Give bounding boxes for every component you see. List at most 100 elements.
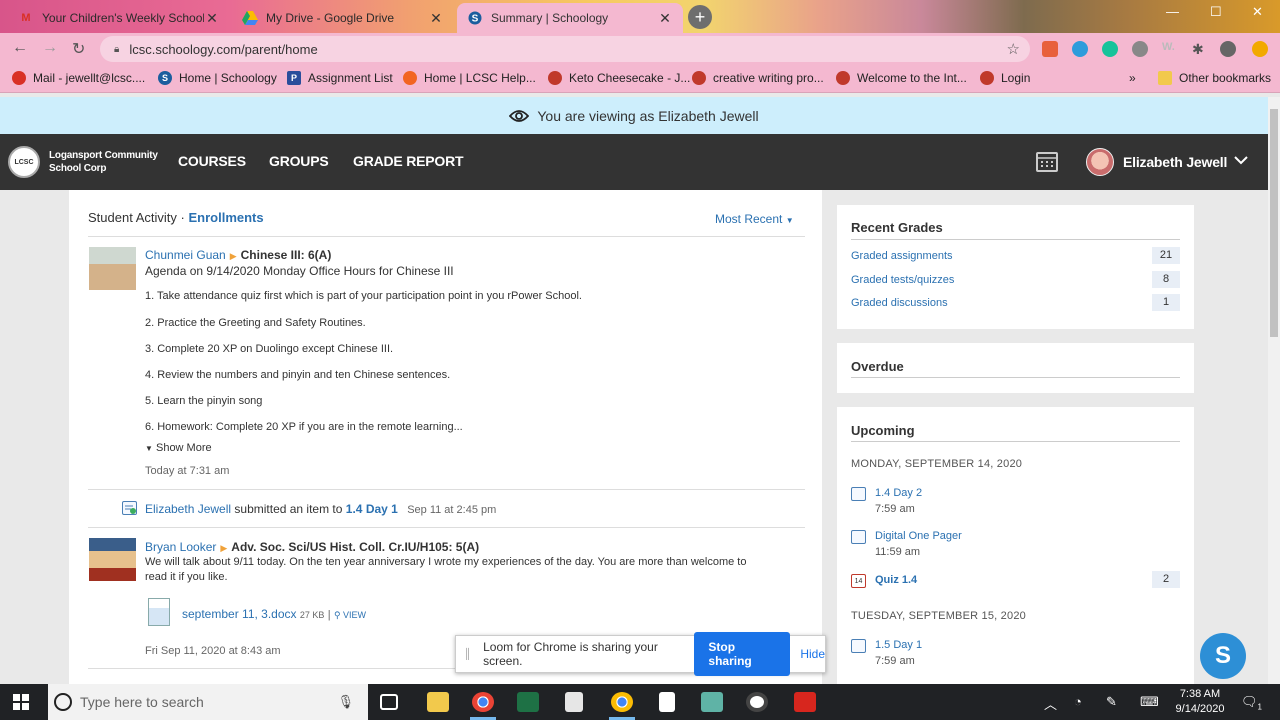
bookmark-lcsc-help[interactable]: Home | LCSC Help...: [403, 71, 536, 85]
bookmark-assignment-list[interactable]: P Assignment List: [287, 71, 393, 85]
address-bar[interactable]: 🔒︎ lcsc.schoology.com/parent/home ☆: [100, 36, 1030, 62]
help-chat-button[interactable]: S: [1200, 633, 1246, 679]
show-more-link[interactable]: ▼ Show More: [145, 442, 212, 454]
taskbar-search-box[interactable]: Type here to search 🎙︎: [48, 684, 368, 720]
bookmark-welcome[interactable]: Welcome to the Int...: [836, 71, 967, 85]
site-icon: [980, 71, 994, 85]
submitter-link[interactable]: Elizabeth Jewell: [145, 502, 231, 516]
hide-button[interactable]: Hide: [800, 647, 825, 661]
microphone-icon[interactable]: 🎙︎: [337, 694, 354, 710]
viewing-as-banner: You are viewing as Elizabeth Jewell: [0, 97, 1268, 134]
notepad-icon[interactable]: [659, 692, 675, 712]
upcoming-title: Upcoming: [851, 423, 915, 438]
stop-sharing-button[interactable]: Stop sharing: [694, 632, 791, 676]
user-name[interactable]: Elizabeth Jewell: [1123, 154, 1227, 170]
new-tab-button[interactable]: +: [688, 5, 712, 29]
upcoming-item-link[interactable]: 1.4 Day 2: [875, 487, 922, 499]
drag-handle-icon[interactable]: ║: [464, 649, 471, 660]
viewing-as-text: You are viewing as Elizabeth Jewell: [537, 107, 759, 124]
chevron-down-icon[interactable]: [1234, 152, 1248, 169]
minimize-icon[interactable]: —: [1166, 4, 1179, 19]
tab-google-drive[interactable]: My Drive - Google Drive ✕: [232, 3, 454, 33]
bookmark-keto-cheesecake[interactable]: Keto Cheesecake - J...: [548, 71, 690, 85]
post-author-link[interactable]: Bryan Looker: [145, 540, 216, 554]
nav-grade-report[interactable]: GRADE REPORT: [353, 153, 464, 169]
page-scrollbar[interactable]: [1268, 97, 1280, 684]
heading-separator: ·: [180, 210, 185, 225]
tray-chevron-up-icon[interactable]: ︿: [1044, 694, 1057, 713]
bookmark-other[interactable]: Other bookmarks: [1158, 71, 1271, 85]
back-arrow-icon[interactable]: ←: [12, 39, 28, 57]
attachment-link[interactable]: september 11, 3.docx: [182, 607, 297, 621]
taskbar-clock[interactable]: 7:38 AM 9/14/2020: [1170, 687, 1230, 717]
forward-arrow-icon[interactable]: →: [42, 39, 58, 57]
extension-icon[interactable]: [1132, 41, 1148, 57]
upcoming-item-link[interactable]: 1.5 Day 1: [875, 639, 922, 651]
enrollments-link[interactable]: Enrollments: [188, 210, 263, 225]
author-photo[interactable]: [89, 538, 136, 581]
post-author-link[interactable]: Chunmei Guan: [145, 248, 226, 262]
schoology-app-icon[interactable]: [746, 692, 768, 712]
more-bookmarks-chevron: »: [1129, 71, 1136, 85]
close-window-icon[interactable]: ✕: [1252, 4, 1263, 20]
extension-w-icon[interactable]: W.: [1162, 41, 1178, 57]
bookmark-creative-writing[interactable]: creative writing pro...: [692, 71, 824, 85]
bookmark-mail[interactable]: Mail - jewellt@lcsc....: [12, 71, 145, 85]
notification-center-icon[interactable]: 🗨︎1: [1241, 694, 1262, 712]
windows-start-icon[interactable]: [13, 694, 29, 710]
assignment-link[interactable]: 1.4 Day 1: [346, 502, 398, 516]
profile-avatar[interactable]: [1220, 41, 1236, 57]
recent-grades-title: Recent Grades: [851, 220, 943, 235]
upcoming-item-link[interactable]: Digital One Pager: [875, 530, 962, 542]
grade-row-label: Graded tests/quizzes: [851, 274, 955, 286]
clock-time: 7:38 AM: [1179, 688, 1221, 700]
chrome-icon[interactable]: [472, 692, 494, 712]
close-tab-icon[interactable]: ✕: [428, 10, 444, 27]
scrollbar-thumb[interactable]: [1270, 109, 1278, 337]
bookmark-schoology-home[interactable]: S Home | Schoology: [158, 71, 277, 85]
bookmark-login[interactable]: Login: [980, 71, 1030, 85]
tab-schoology-summary[interactable]: S Summary | Schoology ✕: [457, 3, 683, 33]
maximize-icon[interactable]: ☐: [1210, 4, 1222, 20]
course-link[interactable]: Adv. Soc. Sci/US Hist. Coll. Cr.IU/H105:…: [231, 540, 479, 554]
grammarly-icon[interactable]: [1102, 41, 1118, 57]
acrobat-icon[interactable]: [794, 692, 816, 712]
reload-icon[interactable]: ↻: [72, 39, 85, 59]
course-link[interactable]: Chinese III: 6(A): [241, 248, 332, 262]
keyboard-icon[interactable]: ⌨: [1140, 694, 1159, 710]
cloud-extension-icon[interactable]: [1072, 41, 1088, 57]
upcoming-day-label: TUESDAY, SEPTEMBER 15, 2020: [851, 610, 1026, 622]
sort-dropdown[interactable]: Most Recent ▼: [715, 212, 794, 226]
calendar-icon[interactable]: [1036, 152, 1058, 172]
network-app-icon[interactable]: [701, 692, 723, 712]
graded-tests-row[interactable]: Graded tests/quizzes 8: [851, 271, 1180, 288]
calculator-icon[interactable]: [565, 692, 583, 712]
extension-icon[interactable]: [1042, 41, 1058, 57]
bookmark-star-icon[interactable]: ☆: [1007, 40, 1020, 58]
file-explorer-icon[interactable]: [427, 692, 449, 712]
tab-gmail[interactable]: M Your Children's Weekly Schooloc ✕: [8, 3, 230, 33]
wifi-icon[interactable]: ◔: [1074, 694, 1082, 709]
nav-groups[interactable]: GROUPS: [269, 153, 329, 169]
grade-count-badge: 21: [1152, 247, 1180, 264]
excel-icon[interactable]: [517, 692, 539, 712]
view-attachment-link[interactable]: ⚲ VIEW: [334, 610, 366, 620]
more-bookmarks-button[interactable]: »: [1129, 71, 1136, 85]
school-logo[interactable]: LCSC: [8, 146, 40, 178]
author-photo[interactable]: [89, 247, 136, 290]
update-menu-icon[interactable]: [1252, 41, 1268, 57]
nav-courses[interactable]: COURSES: [178, 153, 246, 169]
chrome-profile-icon[interactable]: [611, 692, 633, 712]
graded-discussions-row[interactable]: Graded discussions 1: [851, 294, 1180, 311]
pen-icon[interactable]: ✎: [1106, 694, 1117, 710]
divider: [88, 489, 805, 490]
upcoming-item-link[interactable]: Quiz 1.4: [875, 574, 917, 586]
graded-assignments-row[interactable]: Graded assignments 21: [851, 247, 1180, 264]
puzzle-extensions-icon[interactable]: ✱: [1192, 41, 1208, 57]
task-view-icon[interactable]: [380, 694, 398, 710]
post-line: 1. Take attendance quiz first which is p…: [145, 290, 582, 302]
user-avatar[interactable]: [1086, 148, 1114, 176]
close-tab-icon[interactable]: ✕: [204, 10, 220, 27]
word-document-icon[interactable]: [148, 598, 170, 626]
close-tab-icon[interactable]: ✕: [657, 10, 673, 27]
